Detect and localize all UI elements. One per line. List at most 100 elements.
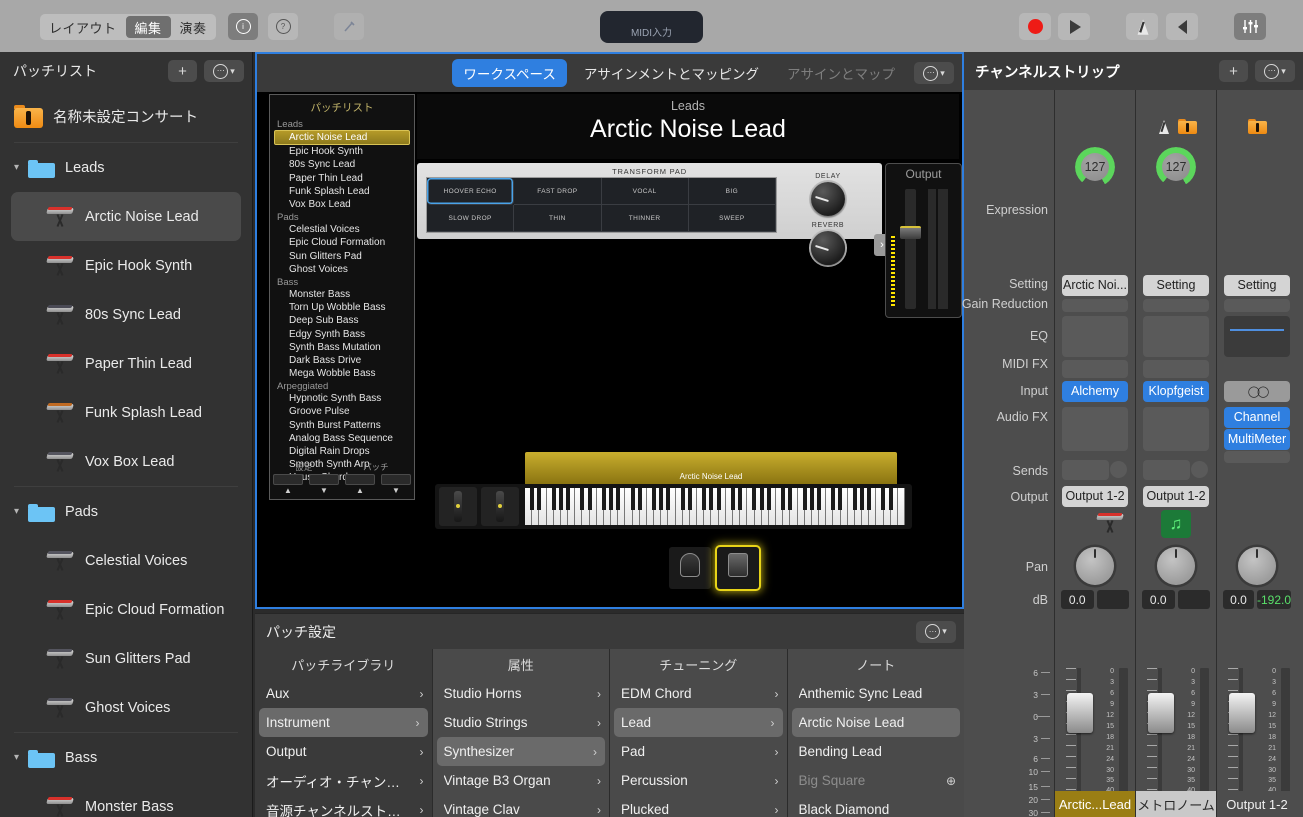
tuning-fork-icon[interactable]	[334, 13, 364, 40]
output-fader-handle[interactable]	[900, 226, 921, 239]
list-item[interactable]: Hypnotic Synth Bass	[273, 392, 411, 405]
sidebar-item-vox-box-lead[interactable]: Vox Box Lead	[0, 437, 252, 486]
list-item[interactable]: Lead ›	[614, 708, 783, 737]
midi-fx-slot[interactable]	[1143, 360, 1209, 378]
pan-knob[interactable]	[1238, 547, 1276, 585]
sidebar-item-arctic-noise-lead[interactable]: Arctic Noise Lead	[11, 192, 241, 241]
tab-assignments-mapping[interactable]: アサインメントとマッピング	[573, 59, 770, 87]
piano-black-key[interactable]	[788, 488, 792, 510]
piano-black-key[interactable]	[652, 488, 656, 510]
list-item[interactable]: Edgy Synth Bass	[273, 327, 411, 340]
audio-fx-slot-1[interactable]: Channel EQ	[1224, 407, 1290, 428]
piano-black-key[interactable]	[803, 488, 807, 510]
gain-reduction-slot[interactable]	[1224, 299, 1290, 312]
metronome-button[interactable]	[1126, 13, 1158, 40]
transform-pad-grid[interactable]: HOOVER ECHO FAST DROP VOCAL BIG SLOW DRO…	[426, 177, 777, 233]
piano-black-key[interactable]	[666, 488, 670, 510]
list-item[interactable]: Anthemic Sync Lead	[788, 679, 965, 708]
pad-vocal[interactable]: VOCAL	[602, 178, 689, 205]
pitch-bend-wheel[interactable]	[439, 487, 477, 526]
fader-track[interactable]	[1158, 668, 1162, 808]
setting-button[interactable]: Setting	[1143, 275, 1209, 296]
setting-down-slot[interactable]	[309, 474, 339, 485]
patch-up-slot[interactable]	[345, 474, 375, 485]
piano-black-key[interactable]	[616, 488, 620, 510]
db-row[interactable]: 0.0	[1061, 590, 1129, 609]
chevron-down-icon[interactable]: ▾	[14, 752, 26, 763]
sidebar-item-epic-cloud-formation[interactable]: Epic Cloud Formation	[0, 585, 252, 634]
sends-slot[interactable]	[1062, 460, 1109, 480]
audio-fx-slot[interactable]	[1062, 407, 1128, 451]
patch-up-arrow-icon[interactable]: ▲	[356, 486, 364, 495]
midi-fx-slot[interactable]	[1062, 360, 1128, 378]
channel-strip-3[interactable]: Setting ◯◯ Channel EQ MultiMeter 0.0 -19…	[1216, 90, 1297, 817]
list-item[interactable]: Monster Bass	[273, 288, 411, 301]
piano-black-key[interactable]	[702, 488, 706, 510]
piano-black-key[interactable]	[688, 488, 692, 510]
list-item[interactable]: Bending Lead	[788, 737, 965, 766]
list-item[interactable]: Sun Glitters Pad	[273, 250, 411, 263]
pad-big[interactable]: BIG	[689, 178, 776, 205]
sidebar-item-concert[interactable]: 名称未設定コンサート	[0, 90, 252, 142]
expression-knob[interactable]: 127	[1075, 147, 1115, 187]
piano-black-key[interactable]	[752, 488, 756, 510]
mode-layout[interactable]: レイアウト	[40, 14, 126, 40]
pad-fast-drop[interactable]: FAST DROP	[514, 178, 601, 205]
piano-black-key[interactable]	[867, 488, 871, 510]
expression-pedal[interactable]	[717, 547, 759, 589]
sidebar-menu-button[interactable]: ⋯ ▾	[204, 60, 244, 82]
volume-value[interactable]: 0.0	[1142, 590, 1175, 609]
list-item[interactable]: Dark Bass Drive	[273, 354, 411, 367]
list-item[interactable]: Epic Hook Synth	[273, 145, 411, 158]
channel-strip-menu-button[interactable]: ⋯ ▾	[1255, 60, 1295, 82]
db-row[interactable]: 0.0 -192.0	[1223, 590, 1291, 609]
piano-black-key[interactable]	[602, 488, 606, 510]
db-row[interactable]: 0.0	[1142, 590, 1210, 609]
piano-black-key[interactable]	[881, 488, 885, 510]
sidebar-item-epic-hook-synth[interactable]: Epic Hook Synth	[0, 241, 252, 290]
list-item[interactable]: Arctic Noise Lead	[792, 708, 961, 737]
list-item[interactable]: Studio Strings ›	[433, 708, 610, 737]
piano-black-key[interactable]	[767, 488, 771, 510]
piano-black-key[interactable]	[889, 488, 893, 510]
piano-black-key[interactable]	[609, 488, 613, 510]
pan-knob[interactable]	[1076, 547, 1114, 585]
list-item[interactable]: Vintage Clav ›	[433, 795, 610, 817]
peak-value[interactable]	[1097, 590, 1130, 609]
list-item[interactable]: 音源チャンネルスト… ›	[255, 795, 432, 817]
pad-slow-drop[interactable]: SLOW DROP	[427, 205, 514, 232]
pad-hoover-echo[interactable]: HOOVER ECHO	[427, 178, 514, 205]
strip-name[interactable]: Output 1-2	[1217, 791, 1297, 817]
expression-knob[interactable]: 127	[1156, 147, 1196, 187]
list-item[interactable]: Paper Thin Lead	[273, 172, 411, 185]
piano-black-key[interactable]	[860, 488, 864, 510]
gain-reduction-slot[interactable]	[1062, 299, 1128, 312]
sidebar-group-leads[interactable]: ▾ Leads	[0, 143, 252, 192]
list-item[interactable]: Funk Splash Lead	[273, 185, 411, 198]
piano-black-key[interactable]	[731, 488, 735, 510]
channel-strip-1[interactable]: 127 Arctic Noi... Alchemy Output 1-2 0.0	[1054, 90, 1135, 817]
list-item[interactable]: Groove Pulse	[273, 405, 411, 418]
mixer-button[interactable]	[1234, 13, 1266, 40]
audio-fx-slot[interactable]	[1143, 407, 1209, 451]
sidebar-item-80s-sync-lead[interactable]: 80s Sync Lead	[0, 290, 252, 339]
eq-slot[interactable]	[1062, 316, 1128, 357]
info-circle-icon[interactable]: i	[228, 13, 258, 40]
fader-handle[interactable]	[1229, 693, 1255, 733]
peak-value[interactable]: -192.0	[1257, 590, 1291, 609]
patch-settings-menu-button[interactable]: ⋯ ▾	[916, 621, 956, 643]
fader-track[interactable]	[1239, 668, 1243, 808]
fader-handle[interactable]	[1067, 693, 1093, 733]
modulation-wheels[interactable]	[439, 487, 519, 526]
piano-black-key[interactable]	[566, 488, 570, 510]
list-item[interactable]: Synthesizer ›	[437, 737, 606, 766]
piano-black-key[interactable]	[817, 488, 821, 510]
download-icon[interactable]: ⊕	[946, 774, 956, 788]
piano-black-key[interactable]	[537, 488, 541, 510]
list-item[interactable]: Percussion ›	[610, 766, 787, 795]
piano-black-key[interactable]	[659, 488, 663, 510]
sends-knob[interactable]	[1110, 461, 1127, 478]
eq-slot[interactable]	[1224, 316, 1290, 357]
piano-black-key[interactable]	[559, 488, 563, 510]
mode-segmented-control[interactable]: レイアウト 編集 演奏	[40, 14, 216, 40]
